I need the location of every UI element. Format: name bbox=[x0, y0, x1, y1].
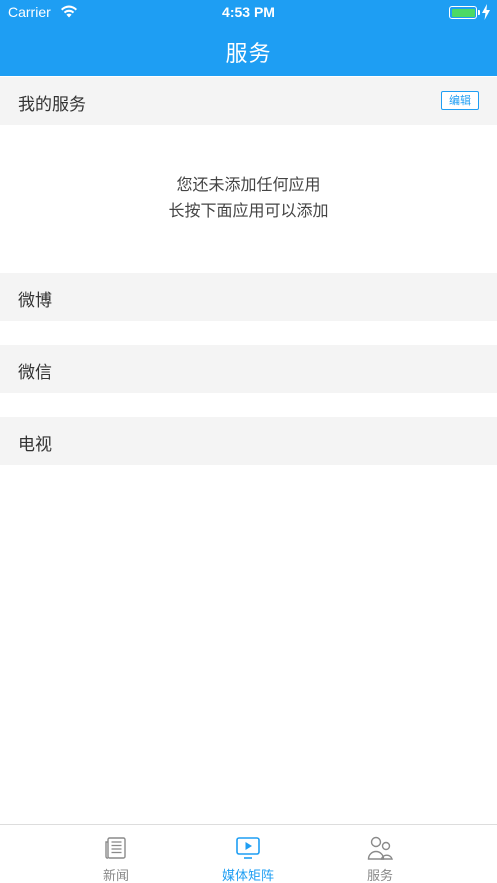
people-icon bbox=[367, 836, 393, 860]
tab-bar: 新闻 媒体矩阵 服务 bbox=[0, 824, 497, 883]
tab-news[interactable]: 新闻 bbox=[56, 825, 176, 883]
tab-label: 服务 bbox=[366, 869, 393, 883]
status-bar: Carrier 4:53 PM bbox=[0, 0, 497, 24]
page-title: 服务 bbox=[225, 42, 272, 67]
tab-media-matrix[interactable]: 媒体矩阵 bbox=[188, 825, 308, 883]
category-label: 微博 bbox=[18, 291, 52, 311]
my-services-header: 我的服务 编辑 bbox=[0, 77, 497, 125]
navigation-bar: Carrier 4:53 PM 服务 bbox=[0, 0, 497, 76]
category-weibo[interactable]: 微博 bbox=[0, 273, 497, 321]
edit-button[interactable]: 编辑 bbox=[441, 91, 479, 110]
battery-icon bbox=[449, 6, 480, 19]
empty-state: 您还未添加任何应用 长按下面应用可以添加 bbox=[0, 172, 497, 224]
tab-services[interactable]: 服务 bbox=[320, 825, 440, 883]
newspaper-icon bbox=[105, 837, 126, 859]
clock: 4:53 PM bbox=[222, 4, 275, 20]
play-screen-icon bbox=[236, 837, 260, 859]
my-services-title: 我的服务 bbox=[18, 95, 86, 115]
tab-label: 新闻 bbox=[102, 869, 129, 883]
charging-bolt-icon bbox=[482, 4, 490, 20]
category-label: 电视 bbox=[18, 435, 52, 455]
category-tv[interactable]: 电视 bbox=[0, 417, 497, 465]
category-label: 微信 bbox=[18, 363, 52, 383]
empty-state-message: 您还未添加任何应用 bbox=[176, 175, 321, 194]
tab-label: 媒体矩阵 bbox=[221, 869, 274, 883]
category-wechat[interactable]: 微信 bbox=[0, 345, 497, 393]
empty-state-hint: 长按下面应用可以添加 bbox=[168, 201, 329, 220]
